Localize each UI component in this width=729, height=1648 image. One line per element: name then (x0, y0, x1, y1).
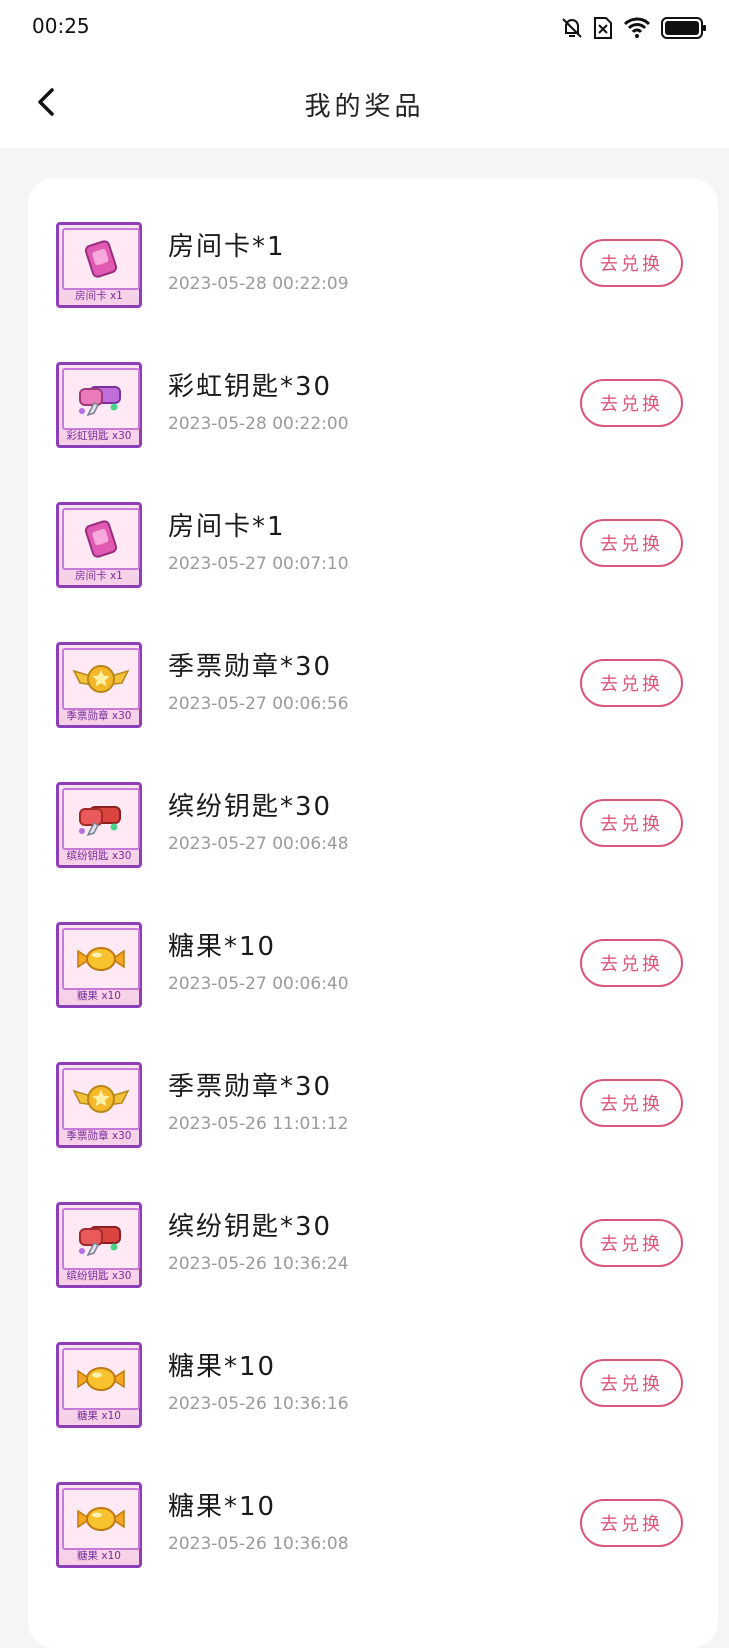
prize-name: 糖果*10 (168, 1352, 277, 1382)
prize-time: 2023-05-28 00:22:09 (168, 274, 349, 294)
prize-name: 季票勋章*30 (168, 1072, 333, 1102)
prize-thumbnail: 季票勋章 x30 (56, 1062, 142, 1148)
season-medal-icon (72, 1085, 130, 1113)
prize-row: 缤纷钥匙 x30 缤纷钥匙*30 2023-05-27 00:06:48 去兑换 (28, 738, 718, 882)
prize-name: 糖果*10 (168, 1492, 277, 1522)
prize-thumbnail: 房间卡 x1 (56, 502, 142, 588)
prize-time: 2023-05-27 00:07:10 (168, 554, 349, 574)
prize-row: 季票勋章 x30 季票勋章*30 2023-05-27 00:06:56 去兑换 (28, 598, 718, 742)
no-sim-icon (593, 16, 613, 40)
prize-row: 缤纷钥匙 x30 缤纷钥匙*30 2023-05-26 10:36:24 去兑换 (28, 1158, 718, 1302)
status-time: 00:25 (32, 14, 90, 38)
prize-time: 2023-05-27 00:06:56 (168, 694, 349, 714)
candy-icon (77, 1507, 125, 1531)
prize-thumbnail: 糖果 x10 (56, 1482, 142, 1568)
prize-time: 2023-05-28 00:22:00 (168, 414, 349, 434)
prize-thumbnail: 彩虹钥匙 x30 (56, 362, 142, 448)
notification-off-icon (561, 16, 583, 40)
room-card-icon (84, 520, 118, 558)
prize-time: 2023-05-27 00:06:48 (168, 834, 349, 854)
candy-icon (77, 947, 125, 971)
app-header: 我的奖品 (0, 56, 729, 148)
redeem-button[interactable]: 去兑换 (580, 1079, 683, 1127)
redeem-button[interactable]: 去兑换 (580, 1359, 683, 1407)
redeem-button[interactable]: 去兑换 (580, 1219, 683, 1267)
prize-name: 糖果*10 (168, 932, 277, 962)
colorful-key-icon (79, 1226, 121, 1257)
redeem-button[interactable]: 去兑换 (580, 799, 683, 847)
prize-thumbnail: 缤纷钥匙 x30 (56, 1202, 142, 1288)
prize-row: 糖果 x10 糖果*10 2023-05-27 00:06:40 去兑换 (28, 878, 718, 1022)
redeem-button[interactable]: 去兑换 (580, 1499, 683, 1547)
prize-time: 2023-05-26 11:01:12 (168, 1114, 349, 1134)
prize-row: 房间卡 x1 房间卡*1 2023-05-27 00:07:10 去兑换 (28, 458, 718, 602)
colorful-key-icon (79, 806, 121, 837)
redeem-button[interactable]: 去兑换 (580, 379, 683, 427)
prize-thumbnail: 季票勋章 x30 (56, 642, 142, 728)
page-title: 我的奖品 (304, 92, 425, 122)
prize-name: 季票勋章*30 (168, 652, 333, 682)
prize-name: 缤纷钥匙*30 (168, 1212, 333, 1242)
prize-row: 季票勋章 x30 季票勋章*30 2023-05-26 11:01:12 去兑换 (28, 1018, 718, 1162)
season-medal-icon (72, 665, 130, 693)
candy-icon (77, 1367, 125, 1391)
prize-time: 2023-05-26 10:36:16 (168, 1394, 349, 1414)
prize-time: 2023-05-26 10:36:24 (168, 1254, 349, 1274)
prize-thumbnail: 糖果 x10 (56, 1342, 142, 1428)
prize-thumbnail: 房间卡 x1 (56, 222, 142, 308)
prize-row: 彩虹钥匙 x30 彩虹钥匙*30 2023-05-28 00:22:00 去兑换 (28, 318, 718, 462)
room-card-icon (84, 240, 118, 278)
prize-name: 房间卡*1 (168, 232, 286, 262)
prize-name: 彩虹钥匙*30 (168, 372, 333, 402)
prize-time: 2023-05-27 00:06:40 (168, 974, 349, 994)
prize-list: 房间卡 x1 房间卡*1 2023-05-28 00:22:09 去兑换 彩虹钥… (28, 178, 718, 1648)
redeem-button[interactable]: 去兑换 (580, 659, 683, 707)
wifi-icon (623, 17, 651, 39)
prize-row: 房间卡 x1 房间卡*1 2023-05-28 00:22:09 去兑换 (28, 178, 718, 322)
battery-icon (661, 16, 707, 40)
redeem-button[interactable]: 去兑换 (580, 239, 683, 287)
rainbow-key-icon (79, 386, 121, 417)
redeem-button[interactable]: 去兑换 (580, 519, 683, 567)
prize-time: 2023-05-26 10:36:08 (168, 1534, 349, 1554)
status-icons (561, 14, 707, 42)
prize-row: 糖果 x10 糖果*10 2023-05-26 10:36:08 去兑换 (28, 1438, 718, 1582)
status-bar: 00:25 (0, 0, 729, 56)
prize-thumbnail: 糖果 x10 (56, 922, 142, 1008)
prize-thumbnail: 缤纷钥匙 x30 (56, 782, 142, 868)
prize-row: 糖果 x10 糖果*10 2023-05-26 10:36:16 去兑换 (28, 1298, 718, 1442)
redeem-button[interactable]: 去兑换 (580, 939, 683, 987)
prize-name: 缤纷钥匙*30 (168, 792, 333, 822)
prize-name: 房间卡*1 (168, 512, 286, 542)
